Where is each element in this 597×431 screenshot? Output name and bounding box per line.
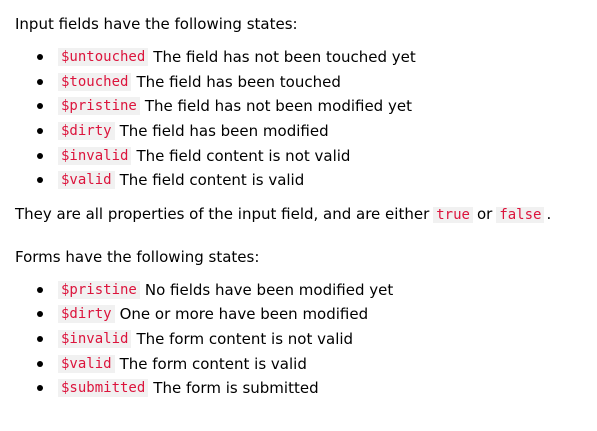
summary-text: They are all properties of the input fie… (15, 204, 430, 223)
state-description: The field has not been modified yet (144, 97, 412, 116)
list-item: $pristine The field has not been modified… (37, 94, 597, 119)
bullet-icon (37, 128, 43, 135)
state-code: $pristine (58, 97, 140, 116)
state-description: The field has not been touched yet (153, 48, 416, 67)
input-states-intro: Input fields have the following states: (15, 15, 298, 33)
bullet-icon (37, 152, 43, 159)
state-code: $touched (58, 72, 132, 91)
list-item: $valid The field content is valid (37, 168, 597, 193)
true-code: true (433, 206, 473, 223)
state-description: No fields have been modified yet (144, 280, 394, 299)
state-code: $pristine (58, 280, 140, 299)
list-item: $valid The form content is valid (37, 351, 597, 376)
bullet-icon (37, 311, 43, 318)
state-code: $submitted (58, 379, 149, 398)
list-item: $invalid The field content is not valid (37, 143, 597, 168)
list-item: $touched The field has been touched (37, 70, 597, 95)
state-code: $valid (58, 354, 115, 373)
list-item: $submitted The form is submitted (37, 376, 597, 401)
bullet-icon (37, 78, 43, 85)
state-description: The form content is valid (119, 354, 307, 373)
form-states-intro: Forms have the following states: (15, 247, 260, 266)
state-description: The form is submitted (153, 379, 319, 398)
list-item: $untouched The field has not been touched… (37, 45, 597, 70)
state-code: $valid (58, 171, 115, 190)
state-code: $untouched (58, 48, 149, 67)
input-states-list: $untouched The field has not been touched… (15, 45, 597, 193)
state-description: One or more have been modified (119, 305, 369, 324)
state-description: The field has been touched (136, 72, 341, 91)
bullet-icon (37, 286, 43, 293)
bullet-icon (37, 360, 43, 367)
list-item: $dirty The field has been modified (37, 119, 597, 144)
list-item: $pristine No fields have been modified ye… (37, 278, 597, 303)
state-description: The field has been modified (119, 122, 329, 141)
state-code: $dirty (58, 122, 115, 141)
form-states-list: $pristine No fields have been modified ye… (15, 278, 597, 401)
bullet-icon (37, 177, 43, 184)
bullet-icon (37, 336, 43, 343)
state-code: $invalid (58, 330, 132, 349)
false-code: false (496, 206, 545, 223)
summary-or: or (476, 204, 493, 223)
list-item: $invalid The form content is not valid (37, 327, 597, 352)
list-item: $dirty One or more have been modified (37, 302, 597, 327)
state-description: The form content is not valid (136, 330, 354, 349)
bullet-icon (37, 103, 43, 110)
document-page: Input fields have the following states: … (0, 0, 597, 431)
state-code: $invalid (58, 146, 132, 165)
state-description: The field content is not valid (136, 146, 351, 165)
bullet-icon (37, 385, 43, 392)
bullet-icon (37, 54, 43, 61)
state-code: $dirty (58, 305, 115, 324)
properties-summary: They are all properties of the input fie… (15, 204, 597, 224)
summary-end: . (546, 204, 552, 223)
state-description: The field content is valid (119, 171, 305, 190)
